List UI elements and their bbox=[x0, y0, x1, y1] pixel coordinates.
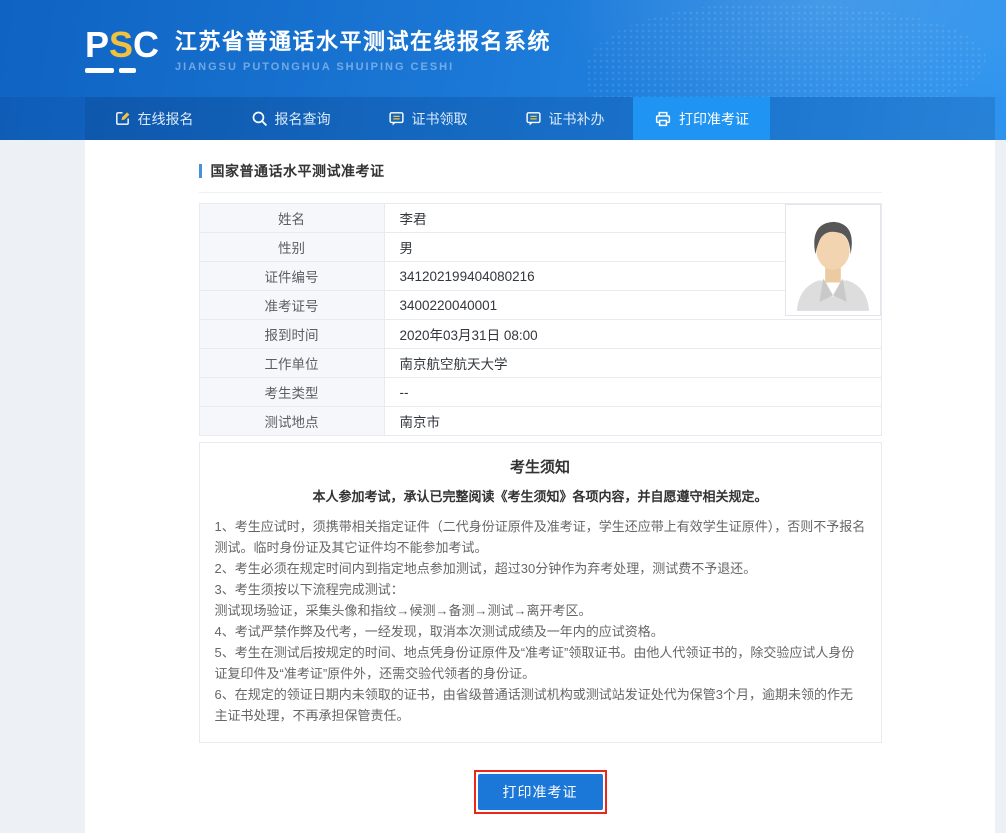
psc-logo: PSC bbox=[85, 27, 159, 73]
notice-subtitle: 本人参加考试，承认已完整阅读《考生须知》各项内容，并自愿遵守相关规定。 bbox=[215, 486, 866, 505]
site-title-block: 江苏省普通话水平测试在线报名系统 JIANGSU PUTONGHUA SHUIP… bbox=[175, 24, 551, 73]
site-subtitle: JIANGSU PUTONGHUA SHUIPING CESHI bbox=[175, 61, 551, 73]
ticket-row: 报到时间 2020年03月31日 08:00 bbox=[200, 320, 881, 349]
ticket-row: 测试地点 南京市 bbox=[200, 407, 881, 436]
certificate-reissue-icon bbox=[525, 110, 542, 127]
notice-item: 1、考生应试时，须携带相关指定证件（二代身份证原件及准考证，学生还应带上有效学生… bbox=[215, 516, 866, 558]
red-highlight-box: 打印准考证 bbox=[474, 770, 607, 814]
field-value: -- bbox=[385, 378, 881, 406]
main-nav: 在线报名 报名查询 证 bbox=[0, 97, 1006, 140]
notice-title: 考生须知 bbox=[215, 456, 866, 477]
section-accent-bar bbox=[199, 164, 202, 178]
ticket-row: 证件编号 341202199404080216 bbox=[200, 262, 881, 291]
notice-item: 5、考生在测试后按规定的时间、地点凭身份证原件及“准考证”领取证书。由他人代领证… bbox=[215, 642, 866, 684]
tab-label: 证书补办 bbox=[549, 109, 605, 129]
section-title: 国家普通话水平测试准考证 bbox=[211, 161, 385, 181]
tab-signup-query[interactable]: 报名查询 bbox=[222, 97, 359, 140]
tab-label: 打印准考证 bbox=[679, 109, 749, 129]
admission-ticket-info: 姓名 李君 性别 男 证件编号 341202199404080216 bbox=[199, 203, 882, 436]
ticket-row: 考生类型 -- bbox=[200, 378, 881, 407]
site-title: 江苏省普通话水平测试在线报名系统 bbox=[175, 24, 551, 56]
notice-item: 3、考生须按以下流程完成测试： bbox=[215, 579, 866, 600]
tab-certificate-receive[interactable]: 证书领取 bbox=[359, 97, 496, 140]
field-label: 性别 bbox=[200, 233, 385, 261]
field-label: 准考证号 bbox=[200, 291, 385, 319]
field-value: 南京航空航天大学 bbox=[385, 349, 881, 377]
print-admission-ticket-button[interactable]: 打印准考证 bbox=[478, 774, 603, 810]
field-label: 工作单位 bbox=[200, 349, 385, 377]
ticket-row: 姓名 李君 bbox=[200, 204, 881, 233]
section-title-row: 国家普通话水平测试准考证 bbox=[199, 161, 882, 193]
header-banner: PSC 江苏省普通话水平测试在线报名系统 JIANGSU PUTONGHUA S… bbox=[0, 0, 1006, 97]
content-card: 国家普通话水平测试准考证 姓名 李君 性别 男 bbox=[85, 140, 995, 833]
field-label: 报到时间 bbox=[200, 320, 385, 348]
field-label: 证件编号 bbox=[200, 262, 385, 290]
ticket-row: 工作单位 南京航空航天大学 bbox=[200, 349, 881, 378]
ticket-table: 姓名 李君 性别 男 证件编号 341202199404080216 bbox=[199, 203, 882, 436]
button-row: 打印准考证 bbox=[199, 770, 882, 814]
psc-logo-letters: PSC bbox=[85, 27, 159, 63]
search-icon bbox=[251, 110, 268, 127]
examinee-notice: 考生须知 本人参加考试，承认已完整阅读《考生须知》各项内容，并自愿遵守相关规定。… bbox=[199, 442, 882, 743]
tab-certificate-reissue[interactable]: 证书补办 bbox=[496, 97, 633, 140]
printer-icon bbox=[654, 110, 672, 128]
ticket-row: 准考证号 3400220040001 bbox=[200, 291, 881, 320]
field-label: 考生类型 bbox=[200, 378, 385, 406]
notice-item: 2、考生必须在规定时间内到指定地点参加测试，超过30分钟作为弃考处理，测试费不予… bbox=[215, 558, 866, 579]
field-value: 南京市 bbox=[385, 407, 881, 435]
notice-item: 4、考试严禁作弊及代考，一经发现，取消本次测试成绩及一年内的应试资格。 bbox=[215, 621, 866, 642]
avatar-placeholder-image bbox=[789, 208, 877, 312]
tab-label: 报名查询 bbox=[275, 109, 331, 129]
ticket-row: 性别 男 bbox=[200, 233, 881, 262]
candidate-photo bbox=[785, 204, 881, 316]
tab-online-signup[interactable]: 在线报名 bbox=[85, 97, 222, 140]
tab-label: 在线报名 bbox=[138, 109, 194, 129]
field-value: 2020年03月31日 08:00 bbox=[385, 320, 881, 348]
notice-item: 测试现场验证，采集头像和指纹→候测→备测→测试→离开考区。 bbox=[215, 600, 866, 621]
page: PSC 江苏省普通话水平测试在线报名系统 JIANGSU PUTONGHUA S… bbox=[0, 0, 1006, 833]
field-label: 姓名 bbox=[200, 204, 385, 232]
certificate-receive-icon bbox=[388, 110, 405, 127]
notice-list: 1、考生应试时，须携带相关指定证件（二代身份证原件及准考证，学生还应带上有效学生… bbox=[215, 516, 866, 726]
notice-item: 6、在规定的领证日期内未领取的证书，由省级普通话测试机构或测试站发证处代为保管3… bbox=[215, 684, 866, 726]
edit-icon bbox=[114, 110, 131, 127]
tab-label: 证书领取 bbox=[412, 109, 468, 129]
field-label: 测试地点 bbox=[200, 407, 385, 435]
tab-print-admission-ticket[interactable]: 打印准考证 bbox=[633, 97, 770, 140]
psc-logo-underline bbox=[85, 68, 159, 73]
